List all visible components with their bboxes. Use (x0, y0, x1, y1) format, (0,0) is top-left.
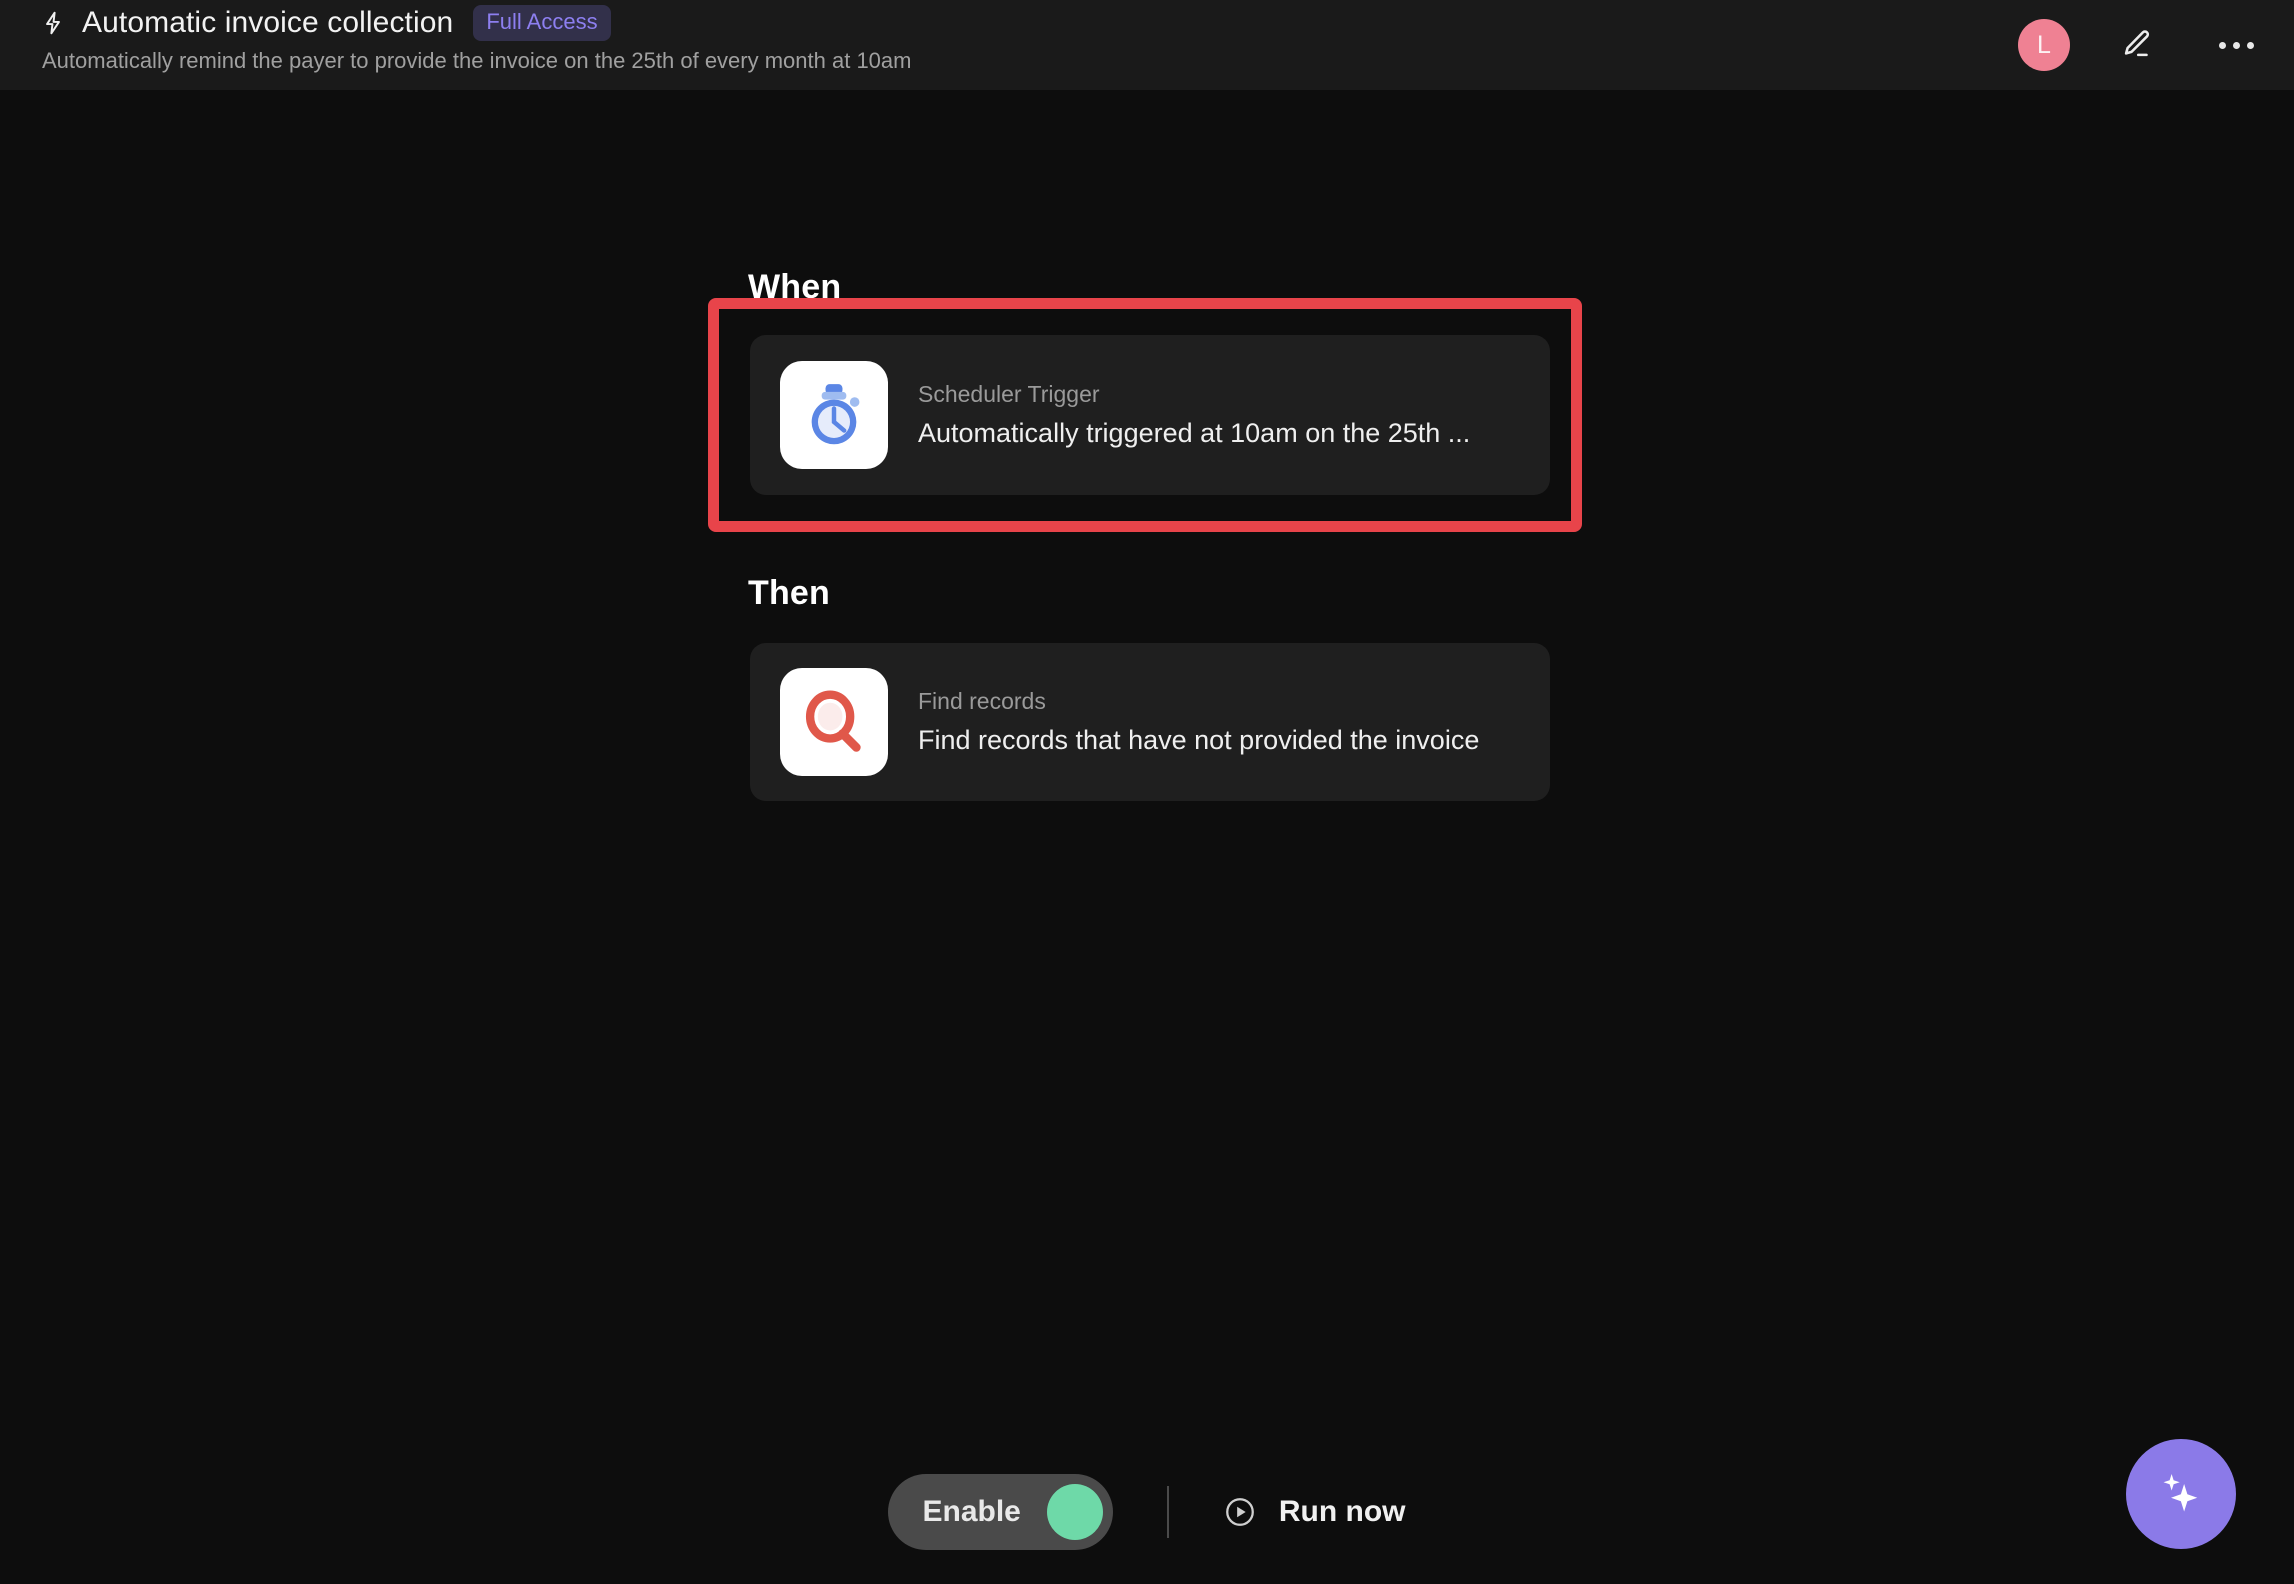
toggle-knob[interactable] (1046, 1484, 1103, 1540)
header-actions: L (2018, 0, 2264, 90)
section-heading-then: Then (748, 574, 831, 612)
action-description: Find records that have not provided the … (918, 724, 1480, 755)
app-header: Automatic invoice collection Full Access… (0, 0, 2294, 90)
more-options-button[interactable] (2208, 17, 2264, 73)
scheduler-trigger-card[interactable]: Scheduler Trigger Automatically triggere… (750, 335, 1550, 495)
edit-button[interactable] (2108, 17, 2164, 73)
play-circle-icon (1225, 1498, 1254, 1526)
page-subtitle: Automatically remind the payer to provid… (42, 48, 912, 73)
run-now-button[interactable]: Run now (1223, 1495, 1406, 1529)
enable-toggle[interactable]: Enable (888, 1474, 1113, 1550)
header-title-row: Automatic invoice collection Full Access (40, 4, 611, 42)
bar-divider (1166, 1486, 1169, 1538)
trigger-icon-box (780, 361, 888, 469)
ai-sparkle-icon (2163, 1474, 2198, 1512)
trigger-text: Scheduler Trigger Automatically triggere… (918, 379, 1470, 451)
lightning-bolt-icon (46, 11, 60, 35)
bottom-action-bar: Enable Run now (0, 1452, 2294, 1572)
trigger-kicker: Scheduler Trigger (918, 380, 1100, 407)
enable-label: Enable (922, 1495, 1021, 1528)
magnifying-glass-icon (805, 690, 861, 752)
page-title: Automatic invoice collection (82, 6, 454, 39)
find-records-card[interactable]: Find records Find records that have not … (750, 643, 1550, 801)
trigger-description: Automatically triggered at 10am on the 2… (918, 417, 1471, 448)
action-text: Find records Find records that have not … (918, 686, 1479, 758)
action-kicker: Find records (918, 687, 1046, 714)
avatar[interactable]: L (2018, 19, 2070, 71)
stopwatch-icon (811, 384, 860, 445)
run-now-label: Run now (1278, 1495, 1406, 1528)
automation-canvas: When Scheduler Trigger Automatically tri… (0, 90, 2294, 1584)
section-heading-when: When (748, 268, 842, 306)
pencil-edit-icon (2124, 30, 2150, 57)
access-badge: Full Access (473, 4, 611, 42)
more-options-icon (2218, 41, 2254, 49)
action-icon-box (780, 668, 888, 776)
ai-assistant-button[interactable] (2126, 1439, 2236, 1549)
